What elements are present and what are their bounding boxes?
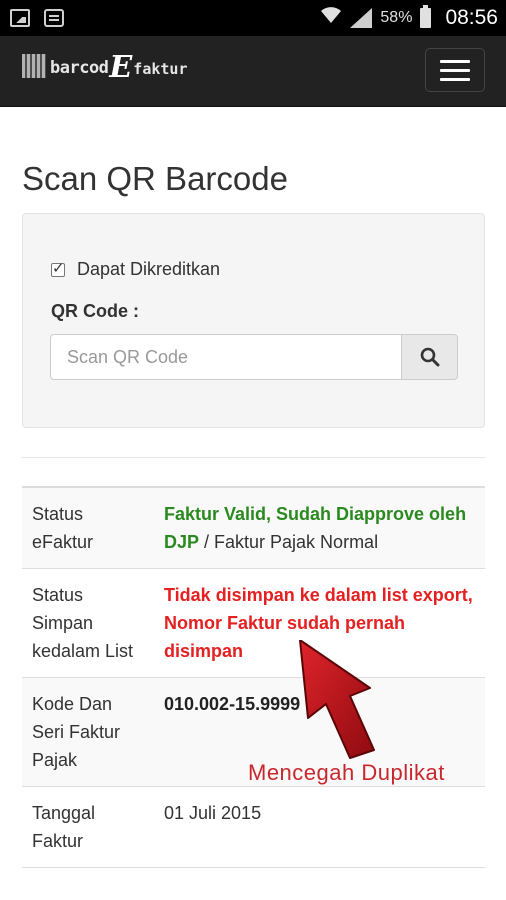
chat-icon — [44, 9, 64, 27]
dapat-dikreditkan-row[interactable]: Dapat Dikreditkan — [51, 259, 220, 280]
qr-code-label: QR Code : — [51, 301, 139, 321]
divider — [22, 457, 485, 458]
table-row: Tanggal Faktur 01 Juli 2015 — [22, 786, 485, 868]
dapat-dikreditkan-checkbox[interactable] — [51, 259, 65, 277]
page-title: Scan QR Barcode — [22, 160, 288, 197]
row-label: Status eFaktur — [22, 486, 154, 569]
status-suffix-text: / Faktur Pajak Normal — [199, 532, 379, 552]
brand-text-part1: barcod — [50, 58, 109, 78]
faktur-code-text: 010.002-15.9999 — [164, 694, 301, 714]
qr-input-group — [50, 334, 458, 380]
hamburger-icon-bar — [440, 59, 470, 63]
gallery-icon — [10, 9, 30, 27]
scan-form-panel: Dapat Dikreditkan QR Code : — [22, 213, 485, 428]
row-value: Faktur Valid, Sudah Diapprove oleh DJP /… — [154, 486, 485, 569]
row-label: Kode Dan Seri Faktur Pajak — [22, 677, 154, 787]
hamburger-icon-bar — [440, 77, 470, 81]
clock: 08:56 — [445, 6, 498, 29]
menu-toggle-button[interactable] — [425, 48, 485, 92]
row-label: Tanggal Faktur — [22, 786, 154, 868]
brand-text-e: E — [109, 50, 133, 85]
status-bar: 58% 08:56 — [0, 0, 506, 36]
table-row: Status eFaktur Faktur Valid, Sudah Diapp… — [22, 486, 485, 569]
result-table: Status eFaktur Faktur Valid, Sudah Diapp… — [22, 486, 485, 868]
row-label: Status Simpan kedalam List — [22, 568, 154, 678]
navbar: barcod E faktur — [0, 36, 506, 107]
wifi-icon — [320, 6, 342, 30]
battery-percent: 58% — [380, 9, 413, 26]
search-button[interactable] — [401, 334, 458, 380]
row-value: 01 Juli 2015 — [154, 786, 485, 868]
annotation-text: Mencegah Duplikat — [248, 760, 445, 785]
qr-code-input[interactable] — [50, 334, 401, 380]
qr-logo-icon — [22, 54, 46, 78]
battery-icon — [420, 5, 432, 28]
brand-logo[interactable]: barcod E faktur — [22, 50, 188, 85]
annotation-arrow-icon — [299, 640, 375, 759]
checkbox-label: Dapat Dikreditkan — [77, 259, 221, 279]
signal-icon — [350, 8, 373, 28]
table-row: Status Simpan kedalam List Tidak disimpa… — [22, 568, 485, 678]
brand-text-part2: faktur — [133, 60, 188, 78]
hamburger-icon-bar — [440, 68, 470, 72]
search-icon — [420, 347, 439, 367]
